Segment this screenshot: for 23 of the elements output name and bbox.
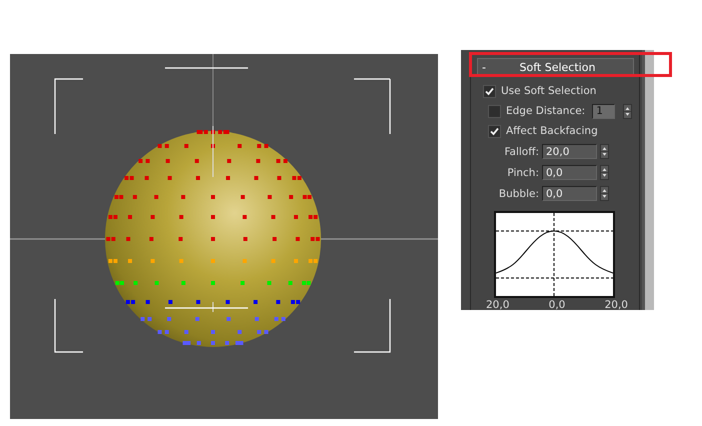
option-label: Affect Backfacing — [506, 125, 598, 137]
scrollbar[interactable] — [642, 50, 654, 310]
spinner-arrows-icon[interactable] — [623, 104, 632, 118]
spinner-label: Bubble: — [498, 188, 539, 200]
option-label: Use Soft Selection — [501, 85, 596, 97]
checkbox[interactable] — [488, 124, 501, 138]
pivot-line — [212, 126, 214, 178]
collapse-sign: - — [482, 60, 486, 74]
pivot-line — [212, 302, 214, 312]
number-field[interactable]: 0,0 — [542, 165, 597, 180]
number-field[interactable]: 0,0 — [542, 186, 597, 201]
spinner-label: Falloff: — [503, 146, 539, 158]
axis-label: 0,0 — [548, 299, 566, 311]
rollout-title: Soft Selection — [518, 60, 596, 74]
axis-label: 20,0 — [486, 299, 510, 311]
axis-label: 20,0 — [604, 299, 628, 311]
spinner-arrows-icon[interactable] — [600, 144, 609, 159]
option-label: Edge Distance: — [506, 105, 586, 117]
spinner-arrows-icon[interactable] — [600, 165, 609, 180]
number-field[interactable]: 20,0 — [542, 144, 597, 159]
spinner-arrows-icon[interactable] — [600, 186, 609, 201]
spinner-label: Pinch: — [506, 166, 539, 178]
checkbox[interactable] — [483, 84, 496, 98]
